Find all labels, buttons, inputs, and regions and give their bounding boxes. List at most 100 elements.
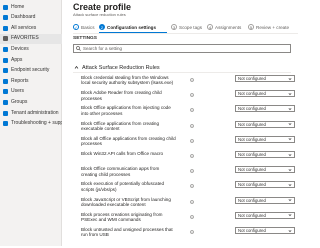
asr-group-header[interactable]: Attack Surface Reduction Rules [73, 63, 291, 73]
info-icon[interactable] [190, 199, 194, 204]
chevron-down-icon [288, 123, 292, 126]
wizard-step-scope-tags[interactable]: 3 Scope tags [171, 22, 202, 32]
search-icon [76, 46, 81, 51]
sidebar-item-troubleshooting-support[interactable]: Troubleshooting + support [0, 119, 62, 129]
settings-search-box[interactable] [73, 44, 291, 53]
step-number: 5 [248, 24, 254, 30]
chevron-down-icon [288, 107, 292, 111]
page-title: Create profile [73, 2, 132, 12]
setting-name: Block JavaScript or VBScript from launch… [81, 196, 171, 207]
sidebar-item-label: Users [11, 88, 25, 95]
sidebar-item-label: Devices [11, 45, 29, 52]
info-icon[interactable] [190, 138, 194, 143]
wizard-step-basics[interactable]: ✓ Basics [73, 22, 95, 32]
sidebar-item-favorites[interactable]: FAVORITES [0, 33, 62, 44]
step-number: 2 [99, 24, 105, 30]
chevron-down-icon [288, 92, 292, 95]
chevron-down-icon [288, 77, 292, 80]
sidebar-item-users[interactable]: Users [0, 87, 62, 97]
dropdown-value: Not configured [238, 136, 266, 142]
sidebar-item-label: Tenant administration [11, 109, 59, 116]
wizard-step-assignments[interactable]: 4 Assignments [207, 22, 241, 32]
devices-icon [3, 46, 8, 52]
info-icon[interactable] [190, 108, 194, 113]
sidebar-item-all-services[interactable]: All services [0, 23, 62, 33]
sidebar-item-label: All services [11, 24, 37, 31]
sidebar-item-endpoint-security[interactable]: Endpoint security [0, 66, 62, 76]
sidebar-item-apps[interactable]: Apps [0, 55, 62, 65]
step-number: 4 [207, 24, 213, 30]
setting-name: Block untrusted and unsigned processes t… [81, 227, 173, 238]
info-icon[interactable] [190, 93, 194, 98]
sidebar-item-label: Home [11, 3, 25, 10]
setting-name: Block Office applications from injecting… [81, 105, 171, 116]
page-subtitle: Attack surface reduction rules [73, 12, 126, 17]
sidebar-item-tenant-administration[interactable]: Tenant administration [0, 108, 62, 118]
all-services-icon [3, 25, 8, 31]
dropdown-value: Not configured [238, 152, 266, 157]
setting-dropdown[interactable]: Not configured [235, 75, 295, 82]
sidebar-item-home[interactable]: Home [0, 2, 62, 12]
home-icon [3, 4, 8, 10]
dropdown-value: Not configured [238, 106, 266, 112]
chevron-down-icon [288, 168, 292, 171]
setting-name: Block Office communication apps from cre… [81, 166, 160, 177]
dropdown-value: Not configured [238, 91, 266, 97]
dropdown-value: Not configured [238, 121, 266, 127]
chevron-down-icon [288, 153, 292, 156]
chevron-down-icon [288, 214, 292, 217]
tenant-admin-icon [3, 110, 8, 116]
dropdown-value: Not configured [238, 197, 266, 203]
sidebar-item-devices[interactable]: Devices [0, 44, 62, 54]
settings-section-label: SETTINGS [73, 36, 97, 41]
header-divider [73, 33, 298, 34]
setting-dropdown[interactable]: Not configured [235, 151, 295, 158]
setting-dropdown[interactable]: Not configured [235, 90, 295, 98]
setting-dropdown[interactable]: Not configured [235, 181, 295, 189]
sidebar-item-label: Endpoint security [11, 67, 50, 74]
chevron-down-icon [288, 229, 292, 232]
wizard-step-label: Scope tags [179, 24, 202, 30]
wizard-step-label: Basics [81, 24, 95, 30]
wizard-step-configuration-settings[interactable]: 2 Configuration settings [99, 22, 156, 32]
sidebar-item-label: Dashboard [11, 14, 36, 21]
chevron-down-icon [288, 183, 292, 187]
setting-dropdown[interactable]: Not configured [235, 227, 295, 234]
info-icon[interactable] [190, 123, 194, 128]
wizard-step-label: Configuration settings [107, 24, 156, 30]
info-icon[interactable] [190, 184, 194, 189]
sidebar-item-dashboard[interactable]: Dashboard [0, 13, 62, 23]
dashboard-icon [3, 15, 8, 21]
setting-name: Block Adobe Reader from creating child p… [81, 90, 162, 101]
reports-icon [3, 78, 8, 84]
info-icon[interactable] [190, 78, 194, 82]
apps-icon [3, 57, 8, 63]
setting-dropdown[interactable]: Not configured [235, 120, 295, 128]
dropdown-value: Not configured [238, 228, 266, 233]
wizard-step-review-create[interactable]: 5 Review + create [248, 22, 289, 32]
info-icon[interactable] [190, 214, 194, 219]
setting-dropdown[interactable]: Not configured [235, 135, 295, 143]
setting-name: Block execution of potentially obfuscate… [81, 181, 164, 192]
sidebar-item-label: Groups [11, 98, 28, 105]
chevron-down-icon [288, 199, 292, 202]
sidebar-item-groups[interactable]: Groups [0, 97, 62, 107]
setting-name: Block all Office applications from creat… [81, 135, 176, 147]
sidebar-item-label: Apps [11, 56, 23, 63]
info-icon[interactable] [190, 169, 194, 174]
sidebar-item-label: Reports [11, 77, 29, 84]
setting-dropdown[interactable]: Not configured [235, 211, 295, 219]
info-icon[interactable] [190, 230, 194, 234]
wizard-step-label: Review + create [256, 24, 290, 30]
sidebar-item-reports[interactable]: Reports [0, 76, 62, 86]
sidebar-item-label: Troubleshooting + support [11, 120, 62, 127]
setting-dropdown[interactable]: Not configured [235, 166, 295, 174]
setting-dropdown[interactable]: Not configured [235, 105, 295, 113]
sidebar-item-label: FAVORITES [11, 35, 39, 42]
settings-search-input[interactable] [83, 46, 283, 51]
setting-name: Block Win32 API calls from Office macro [81, 151, 164, 156]
setting-row: Block untrusted and unsigned processes t… [81, 226, 295, 248]
info-icon[interactable] [190, 154, 194, 158]
setting-dropdown[interactable]: Not configured [235, 196, 295, 204]
groups-icon [3, 99, 8, 105]
